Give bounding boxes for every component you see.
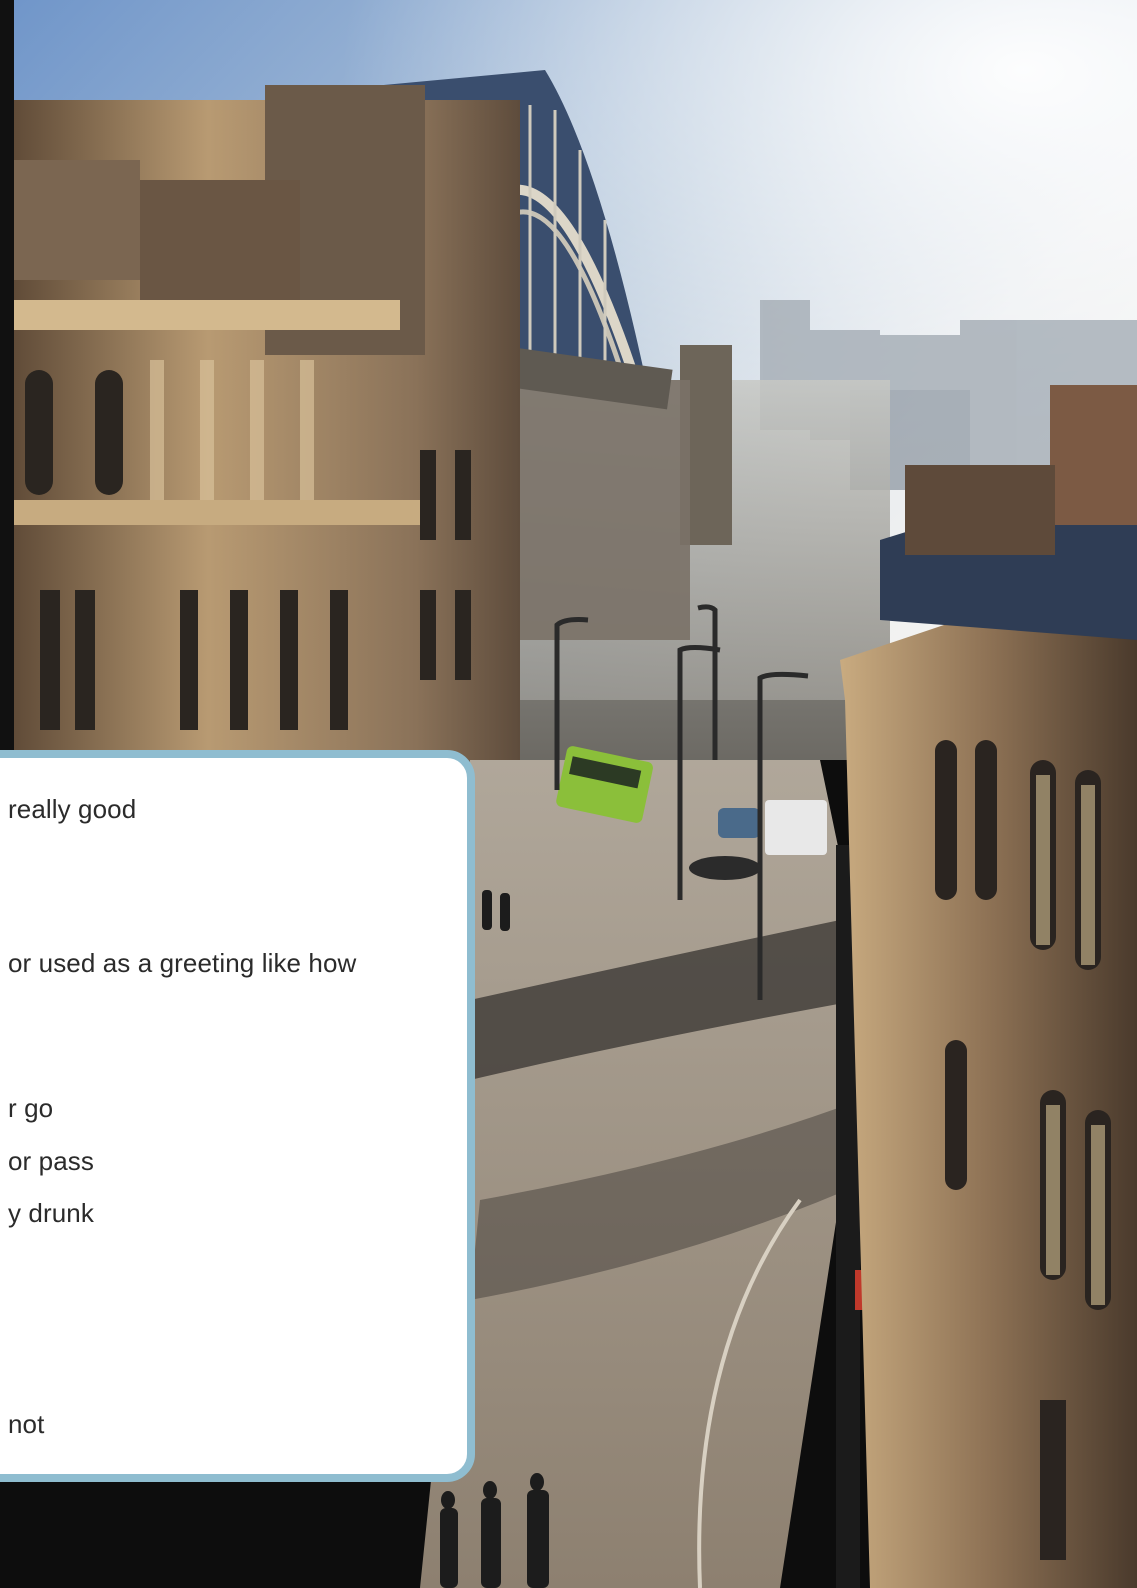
card-line-6: not bbox=[8, 1409, 45, 1439]
card-line-3: r go bbox=[8, 1093, 54, 1123]
right-buildings bbox=[840, 385, 1137, 1588]
card-line-1: really good bbox=[8, 794, 137, 824]
card-line-5: y drunk bbox=[8, 1198, 94, 1228]
phrase-card: really good or used as a greeting like h… bbox=[0, 750, 475, 1482]
card-line-4: or pass bbox=[8, 1146, 94, 1176]
card-line-2: or used as a greeting like how bbox=[8, 948, 357, 978]
